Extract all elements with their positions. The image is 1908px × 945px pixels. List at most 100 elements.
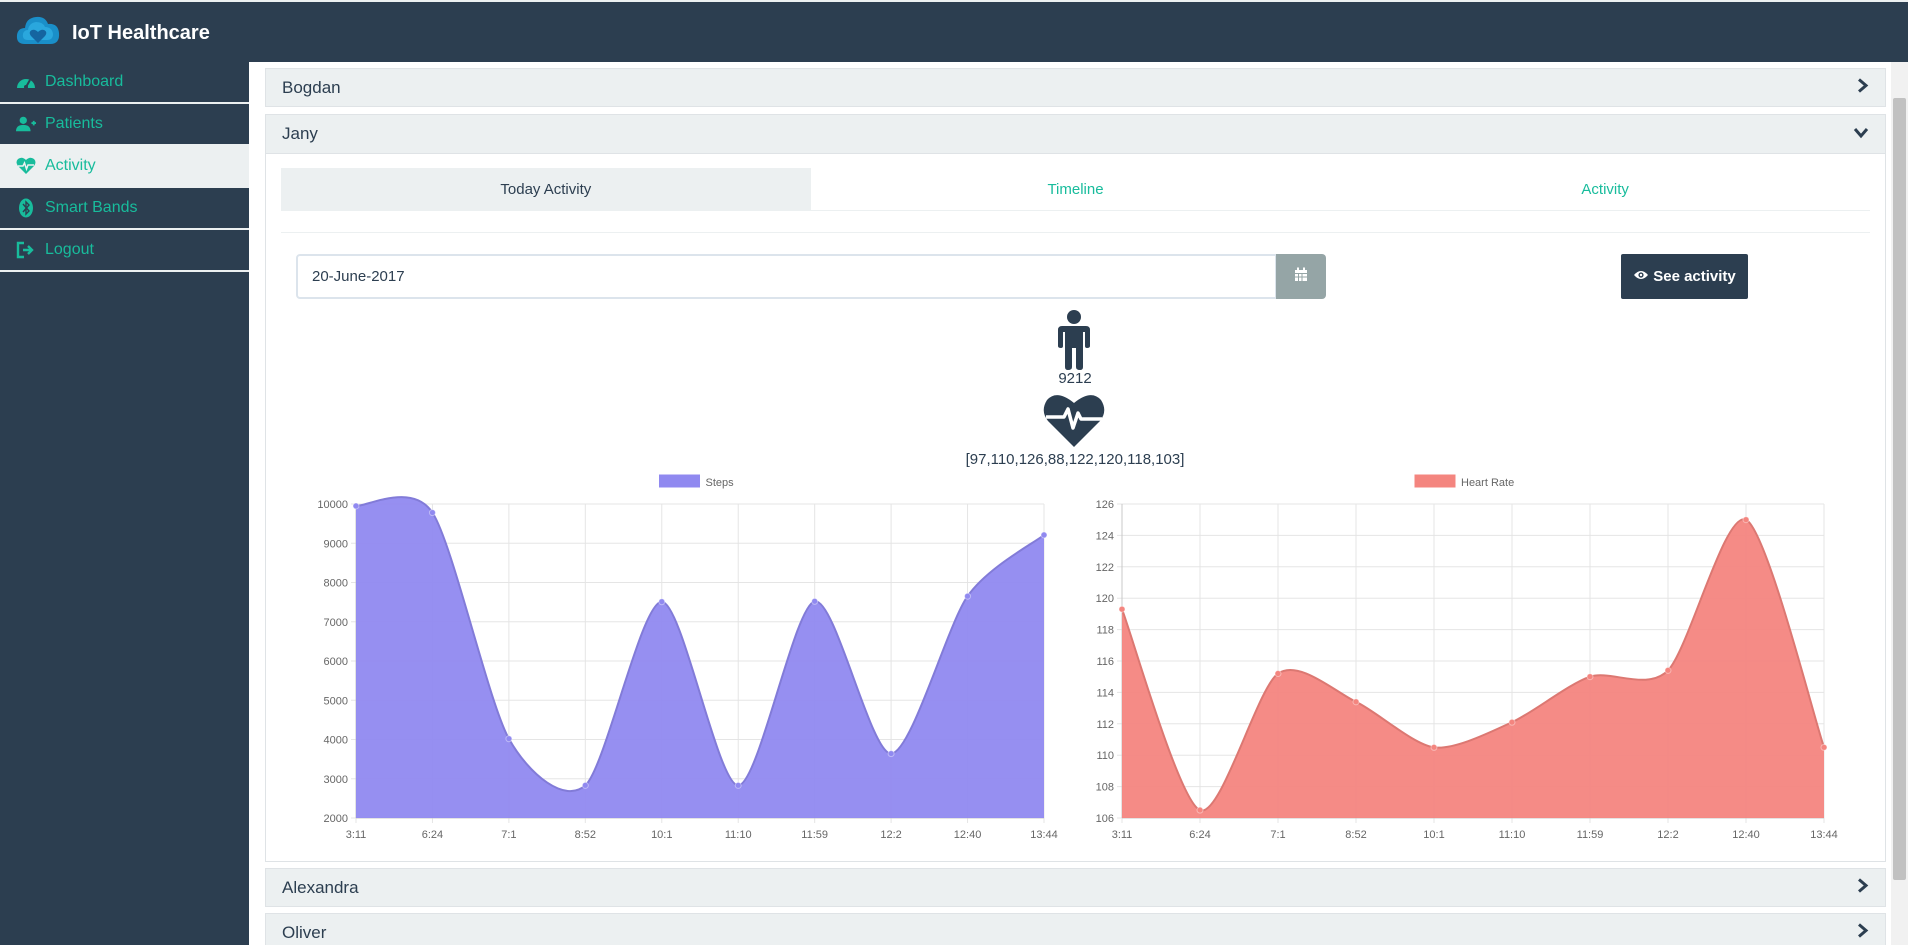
patient-accordion-alexandra[interactable]: Alexandra bbox=[265, 868, 1886, 907]
data-point bbox=[428, 509, 436, 517]
chevron-right-icon bbox=[1857, 922, 1869, 943]
sidebar-item-label: Activity bbox=[45, 157, 96, 174]
sidebar-item-smart-bands[interactable]: Smart Bands bbox=[0, 188, 249, 230]
sidebar-item-logout[interactable]: Logout bbox=[0, 230, 249, 272]
y-tick-label: 110 bbox=[1096, 750, 1114, 762]
x-tick-label: 12:2 bbox=[880, 829, 901, 841]
date-input[interactable] bbox=[296, 254, 1277, 299]
sidebar-item-label: Logout bbox=[45, 241, 94, 258]
x-tick-label: 8:52 bbox=[575, 829, 596, 841]
data-point bbox=[964, 592, 972, 600]
sidebar: Dashboard Patients Activity Smart Bands … bbox=[0, 62, 249, 945]
patient-accordion-bogdan[interactable]: Bogdan bbox=[265, 68, 1886, 107]
x-tick-label: 11:10 bbox=[725, 829, 752, 841]
sign-out-icon bbox=[16, 240, 36, 260]
see-activity-label: See activity bbox=[1653, 268, 1736, 285]
scrollbar[interactable] bbox=[1891, 62, 1908, 945]
app-title: IoT Healthcare bbox=[72, 21, 210, 44]
sidebar-item-label: Patients bbox=[45, 115, 103, 132]
calendar-icon bbox=[1294, 267, 1308, 287]
steps-chart: Steps 2000 3000 4000 5000 6000 7000 8000 9000 100… bbox=[317, 474, 1058, 841]
x-tick-label: 6:24 bbox=[422, 829, 443, 841]
person-icon bbox=[1056, 310, 1092, 375]
patient-name: Oliver bbox=[282, 922, 327, 942]
data-point bbox=[1274, 670, 1282, 678]
y-tick-label: 4000 bbox=[324, 735, 348, 747]
x-tick-label: 12:2 bbox=[1657, 829, 1678, 841]
heart-rate-chart: Heart Rate 106 108 110 112 114 116 118 120 122 124… bbox=[1096, 474, 1838, 841]
cloud-logo-icon bbox=[14, 10, 62, 57]
x-tick-label: 10:1 bbox=[651, 829, 672, 841]
user-plus-icon bbox=[16, 114, 36, 134]
data-point bbox=[1040, 531, 1048, 539]
heartbeat-icon bbox=[1043, 392, 1105, 453]
top-navbar: IoT Healthcare bbox=[0, 0, 1908, 62]
dashboard-icon bbox=[16, 72, 36, 92]
sidebar-item-patients[interactable]: Patients bbox=[0, 104, 249, 146]
y-tick-label: 122 bbox=[1096, 562, 1114, 574]
steps-total: 9212 bbox=[1058, 370, 1092, 387]
legend-swatch bbox=[1414, 474, 1456, 488]
y-tick-label: 120 bbox=[1096, 593, 1114, 605]
divider bbox=[281, 232, 1870, 233]
y-tick-label: 112 bbox=[1096, 719, 1114, 731]
y-tick-label: 108 bbox=[1096, 782, 1114, 794]
x-tick-label: 11:10 bbox=[1499, 829, 1526, 841]
legend-label: Heart Rate bbox=[1461, 477, 1514, 489]
scrollbar-thumb[interactable] bbox=[1893, 98, 1906, 880]
y-tick-label: 126 bbox=[1096, 499, 1114, 511]
y-tick-label: 8000 bbox=[324, 578, 348, 590]
sidebar-item-activity[interactable]: Activity bbox=[0, 146, 249, 188]
data-point bbox=[811, 597, 819, 605]
tab-activity[interactable]: Activity bbox=[1340, 168, 1870, 210]
y-tick-label: 9000 bbox=[324, 538, 348, 550]
brand[interactable]: IoT Healthcare bbox=[14, 10, 210, 56]
bluetooth-icon bbox=[16, 198, 36, 218]
chevron-right-icon bbox=[1857, 77, 1869, 98]
data-point bbox=[734, 781, 742, 789]
heart-rate-list: [97,110,126,88,122,120,118,103] bbox=[965, 451, 1185, 468]
x-tick-label: 13:44 bbox=[1810, 829, 1838, 841]
x-tick-label: 12:40 bbox=[1732, 829, 1760, 841]
patient-name: Bogdan bbox=[282, 77, 341, 97]
chevron-right-icon bbox=[1857, 877, 1869, 898]
x-tick-label: 10:1 bbox=[1423, 829, 1444, 841]
data-point bbox=[352, 502, 360, 510]
y-tick-label: 2000 bbox=[324, 813, 348, 825]
patient-name: Alexandra bbox=[282, 877, 359, 897]
patient-accordion-oliver[interactable]: Oliver bbox=[265, 913, 1886, 945]
legend-label: Steps bbox=[706, 477, 735, 489]
x-tick-label: 3:11 bbox=[1112, 829, 1133, 841]
chevron-down-icon bbox=[1853, 124, 1869, 144]
data-point bbox=[1820, 743, 1828, 751]
y-tick-label: 10000 bbox=[317, 499, 348, 511]
data-point bbox=[581, 781, 589, 789]
data-point bbox=[1742, 516, 1750, 524]
y-tick-label: 6000 bbox=[324, 656, 348, 668]
y-tick-label: 106 bbox=[1096, 813, 1114, 825]
patient-accordion-jany[interactable]: Jany bbox=[265, 114, 1886, 154]
x-tick-label: 12:40 bbox=[954, 829, 982, 841]
data-point bbox=[1664, 666, 1672, 674]
calendar-button[interactable] bbox=[1276, 254, 1326, 299]
x-tick-label: 8:52 bbox=[1345, 829, 1366, 841]
sidebar-item-dashboard[interactable]: Dashboard bbox=[0, 62, 249, 104]
tab-today-activity[interactable]: Today Activity bbox=[281, 168, 811, 210]
x-tick-label: 11:59 bbox=[1577, 829, 1604, 841]
heartbeat-icon bbox=[16, 156, 36, 176]
see-activity-button[interactable]: See activity bbox=[1621, 254, 1748, 299]
y-tick-label: 7000 bbox=[324, 617, 348, 629]
y-tick-label: 124 bbox=[1096, 530, 1114, 542]
data-point bbox=[1118, 605, 1126, 613]
patient-name: Jany bbox=[282, 124, 318, 143]
data-point bbox=[1430, 743, 1438, 751]
x-tick-label: 13:44 bbox=[1030, 829, 1058, 841]
y-tick-label: 118 bbox=[1096, 625, 1114, 637]
x-tick-label: 11:59 bbox=[801, 829, 828, 841]
x-tick-label: 7:1 bbox=[1270, 829, 1285, 841]
series-area bbox=[1122, 519, 1824, 818]
tab-timeline[interactable]: Timeline bbox=[811, 168, 1341, 210]
y-tick-label: 116 bbox=[1096, 656, 1114, 668]
data-point bbox=[658, 598, 666, 606]
eye-icon bbox=[1633, 268, 1649, 285]
